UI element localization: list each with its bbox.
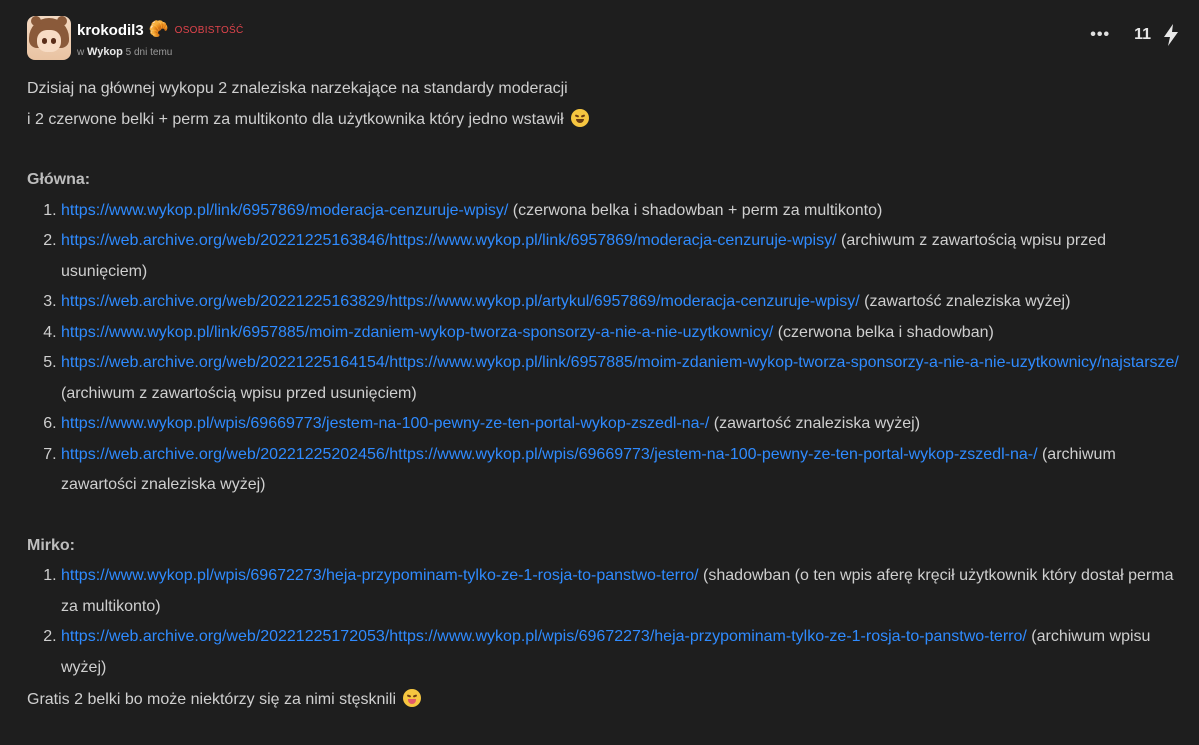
- link[interactable]: https://www.wykop.pl/wpis/69672273/heja-…: [61, 567, 699, 584]
- list-item: https://web.archive.org/web/202212252024…: [61, 440, 1179, 501]
- more-options-button[interactable]: •••: [1090, 26, 1110, 44]
- link[interactable]: https://web.archive.org/web/202212251638…: [61, 293, 860, 310]
- intro-line-1: Dzisiaj na głównej wykopu 2 znaleziska n…: [27, 80, 568, 97]
- link[interactable]: https://web.archive.org/web/202212251641…: [61, 354, 1179, 371]
- list-item: https://web.archive.org/web/202212251638…: [61, 287, 1179, 318]
- list-item: https://www.wykop.pl/wpis/69669773/jeste…: [61, 409, 1179, 440]
- list-item: https://web.archive.org/web/202212251720…: [61, 622, 1179, 683]
- user-tag: OSOBISTOŚĆ: [174, 24, 244, 36]
- vote-count: 11: [1134, 26, 1151, 43]
- entry-card: krokodil3 🥐 OSOBISTOŚĆ w Wykop 5 dni tem…: [0, 0, 1199, 745]
- grinning-squint-emoji-icon: [571, 108, 590, 127]
- list-item: https://www.wykop.pl/link/6957869/modera…: [61, 196, 1179, 227]
- mirko-list: https://www.wykop.pl/wpis/69672273/heja-…: [27, 561, 1179, 683]
- link[interactable]: https://web.archive.org/web/202212252024…: [61, 446, 1038, 463]
- list-item: https://www.wykop.pl/wpis/69672273/heja-…: [61, 561, 1179, 622]
- entry-actions: ••• 11: [1090, 24, 1179, 46]
- entry-header: krokodil3 🥐 OSOBISTOŚĆ w Wykop 5 dni tem…: [27, 16, 1199, 66]
- link[interactable]: https://www.wykop.pl/link/6957869/modera…: [61, 202, 508, 219]
- link[interactable]: https://www.wykop.pl/wpis/69669773/jeste…: [61, 415, 709, 432]
- entry-body: Dzisiaj na głównej wykopu 2 znaleziska n…: [27, 74, 1179, 716]
- community-link[interactable]: Wykop: [87, 46, 123, 58]
- glowna-list: https://www.wykop.pl/link/6957869/modera…: [27, 196, 1179, 501]
- winking-tongue-emoji-icon: [403, 689, 422, 707]
- avatar[interactable]: [27, 16, 71, 60]
- entry-time: 5 dni temu: [125, 47, 173, 58]
- community-prefix: w: [77, 47, 85, 58]
- link[interactable]: https://web.archive.org/web/202212251638…: [61, 232, 837, 249]
- mirko-heading: Mirko:: [27, 536, 75, 554]
- link[interactable]: https://web.archive.org/web/202212251720…: [61, 628, 1027, 645]
- intro-line-2: i 2 czerwone belki + perm za multikonto …: [27, 105, 1179, 136]
- list-item: https://web.archive.org/web/202212251638…: [61, 226, 1179, 287]
- link[interactable]: https://www.wykop.pl/link/6957885/moim-z…: [61, 324, 773, 341]
- entry-subline: w Wykop 5 dni temu: [77, 46, 244, 58]
- glowna-heading: Główna:: [27, 171, 91, 188]
- username-link[interactable]: krokodil3: [77, 22, 144, 39]
- author-meta: krokodil3 🥐 OSOBISTOŚĆ w Wykop 5 dni tem…: [77, 20, 244, 59]
- list-item: https://web.archive.org/web/202212251641…: [61, 348, 1179, 409]
- outro-line: Gratis 2 belki bo może niektórzy się za …: [27, 685, 1179, 716]
- croissant-icon: 🥐: [148, 21, 169, 38]
- lightning-icon[interactable]: [1163, 24, 1179, 46]
- list-item: https://www.wykop.pl/link/6957885/moim-z…: [61, 318, 1179, 349]
